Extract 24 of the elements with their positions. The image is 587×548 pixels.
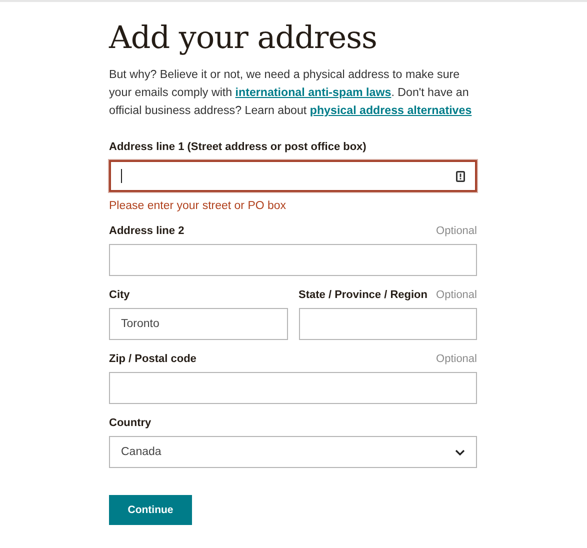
help-link[interactable]: physical address alternatives [310, 104, 472, 117]
input-field[interactable] [109, 244, 477, 276]
input-field[interactable] [109, 372, 477, 404]
field-label: Address line 1 (Street address or post office box) [109, 141, 366, 153]
continue-button[interactable]: Continue [109, 495, 192, 525]
help-link[interactable]: international anti-spam laws [235, 86, 392, 99]
field-label: Address line 2 [109, 225, 184, 237]
field-label: Zip / Postal code [109, 353, 196, 365]
input-field[interactable] [109, 160, 477, 192]
optional-label: Optional [436, 353, 477, 365]
intro-paragraph: But why? Believe it or not, we need a physical address to make sure your emails comply with international anti-spam laws. Don't have an official business address? Learn about physical address alternatives [109, 67, 473, 119]
page-title: Add your address [109, 20, 378, 56]
input-field[interactable] [298, 308, 477, 340]
field-label: State / Province / Region [298, 289, 428, 301]
text-cursor [121, 169, 122, 183]
optional-label: Optional [436, 225, 477, 237]
autofill-icon [456, 170, 465, 182]
chevron-down-icon [455, 448, 465, 456]
error-message: Please enter your street or PO box [109, 200, 288, 212]
field-label: Country [109, 417, 152, 429]
field-label: City [109, 289, 130, 301]
input-field[interactable]: Toronto [109, 308, 288, 340]
optional-label: Optional [436, 289, 477, 301]
country-select[interactable]: Canada [109, 436, 477, 468]
